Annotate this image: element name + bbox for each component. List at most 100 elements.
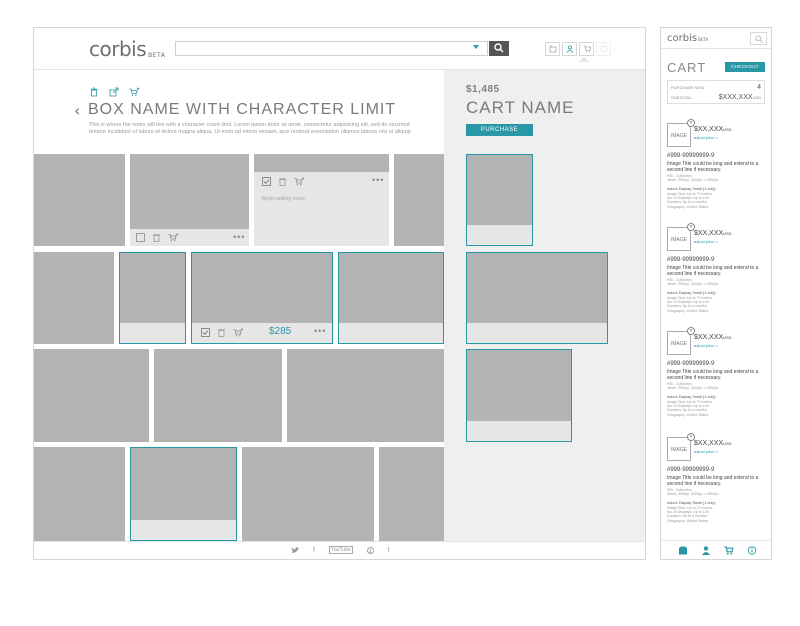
more-options-icon[interactable]: ••• bbox=[233, 232, 245, 242]
header: corbis BETA bbox=[34, 28, 645, 70]
cart-add-icon[interactable] bbox=[294, 177, 305, 186]
tile-tools bbox=[136, 233, 179, 242]
mobile-cart-title: CART bbox=[667, 60, 707, 75]
adjust-price-link[interactable]: adjust price » bbox=[694, 343, 718, 348]
delete-box-button[interactable] bbox=[89, 84, 99, 97]
image-tile[interactable]: ••• bbox=[130, 154, 249, 246]
price-currency: USD bbox=[723, 335, 732, 340]
search-input[interactable] bbox=[175, 41, 488, 56]
adjust-price-link[interactable]: adjust price » bbox=[694, 135, 718, 140]
tile-action-bar bbox=[131, 520, 236, 540]
more-options-icon[interactable]: ••• bbox=[372, 175, 384, 185]
item-image[interactable]: IMAGE bbox=[667, 437, 691, 461]
checked-checkbox-icon[interactable] bbox=[262, 177, 271, 186]
image-tile-selected[interactable]: $285 ••• bbox=[191, 252, 333, 344]
tile-price: $285 bbox=[269, 326, 292, 337]
search-button[interactable] bbox=[489, 41, 509, 56]
social-links: f YouTube t bbox=[291, 546, 390, 554]
item-image[interactable]: IMAGE bbox=[667, 227, 691, 251]
twitter-icon[interactable] bbox=[291, 546, 299, 554]
cart-image-tile[interactable] bbox=[466, 252, 608, 344]
purchase-now-count: 4 bbox=[757, 84, 761, 91]
cart-icon[interactable] bbox=[724, 546, 734, 555]
checked-checkbox-icon[interactable] bbox=[201, 328, 210, 337]
desktop-frame: corbis BETA ‹ BOX NAME WITH CHARACTER LI… bbox=[33, 27, 646, 560]
tile-action-bar bbox=[467, 225, 532, 245]
item-image[interactable]: IMAGE bbox=[667, 331, 691, 355]
cart-summary: PURCHASE NOW 4 SUBTOTAL $XXX,XXXUSD bbox=[667, 80, 765, 104]
image-tile[interactable] bbox=[34, 349, 149, 442]
box-title: BOX NAME WITH CHARACTER LIMIT bbox=[88, 101, 397, 118]
license-heading: Indoor Display Small (1 only) bbox=[667, 187, 716, 191]
image-tile[interactable] bbox=[394, 154, 444, 246]
user-icon[interactable] bbox=[701, 546, 711, 555]
more-options-icon[interactable]: ••• bbox=[314, 326, 326, 336]
add-box-to-cart-button[interactable] bbox=[129, 84, 140, 97]
cart-name: CART NAME bbox=[466, 98, 575, 117]
purchase-button[interactable]: PURCHASE bbox=[466, 124, 533, 136]
box-icon[interactable] bbox=[678, 546, 688, 555]
image-tile-selected[interactable] bbox=[338, 252, 444, 344]
image-tile[interactable] bbox=[242, 447, 374, 541]
cart-add-icon bbox=[129, 87, 140, 97]
trash-icon[interactable] bbox=[152, 233, 161, 242]
cart-total: $1,485 bbox=[466, 84, 500, 95]
cart-add-icon[interactable] bbox=[168, 233, 179, 242]
tile-tools bbox=[201, 328, 244, 337]
item-id: #999-99999999-9 bbox=[667, 153, 715, 159]
mobile-logo[interactable]: corbisBETA bbox=[667, 33, 708, 44]
item-meta: RM - Collection 48mb, 300dpi, 3328px × 49… bbox=[667, 382, 718, 390]
cart-image-tile[interactable] bbox=[466, 349, 572, 442]
trash-icon[interactable] bbox=[217, 328, 226, 337]
mobile-search-button[interactable] bbox=[750, 32, 767, 45]
image-tile[interactable] bbox=[34, 447, 125, 541]
youtube-icon[interactable]: YouTube bbox=[328, 546, 353, 554]
help-button[interactable] bbox=[596, 42, 611, 56]
tile-action-bar bbox=[467, 421, 571, 441]
item-price: $XX,XXXUSD bbox=[694, 230, 732, 237]
price-value: $XX,XXX bbox=[694, 126, 724, 133]
adjust-price-link[interactable]: adjust price » bbox=[694, 449, 718, 454]
tile-tools bbox=[262, 177, 305, 186]
trash-icon[interactable] bbox=[278, 177, 287, 186]
tumblr-icon[interactable]: t bbox=[388, 547, 390, 554]
image-tile[interactable] bbox=[34, 154, 125, 246]
image-tile-editing[interactable]: ••• Begin adding notes bbox=[254, 154, 389, 246]
trash-icon bbox=[90, 87, 98, 97]
facebook-icon[interactable]: f bbox=[313, 547, 315, 554]
price-value: $XX,XXX bbox=[694, 334, 724, 341]
cart-add-icon[interactable] bbox=[233, 328, 244, 337]
image-tile[interactable] bbox=[287, 349, 444, 442]
adjust-price-link[interactable]: adjust price » bbox=[694, 239, 718, 244]
image-tile-selected[interactable] bbox=[130, 447, 237, 541]
cart-image-tile[interactable] bbox=[466, 154, 533, 246]
header-icons bbox=[545, 42, 611, 56]
image-tile-selected[interactable] bbox=[119, 252, 186, 344]
lightbox-button[interactable] bbox=[545, 42, 560, 56]
price-currency: USD bbox=[723, 231, 732, 236]
lightbox-gallery: ‹ BOX NAME WITH CHARACTER LIMIT This is … bbox=[34, 70, 444, 541]
license-details: Image Size: Up to 72 inches No. of Displa… bbox=[667, 400, 712, 417]
cart-button[interactable] bbox=[579, 42, 594, 56]
share-box-button[interactable] bbox=[109, 84, 119, 97]
search-filter-caret-icon[interactable] bbox=[473, 45, 479, 49]
account-button[interactable] bbox=[562, 42, 577, 56]
purchase-now-label: PURCHASE NOW bbox=[671, 85, 705, 90]
license-line: Duration: Up to 6 months bbox=[667, 514, 707, 519]
item-id: #999-99999999-9 bbox=[667, 467, 715, 473]
mobile-frame: corbisBETA CART CHECKOUT PURCHASE NOW 4 … bbox=[660, 27, 772, 560]
license-line: Geography: United States bbox=[667, 204, 709, 209]
image-tile[interactable] bbox=[379, 447, 444, 541]
mobile-tab-bar bbox=[661, 540, 771, 559]
info-icon[interactable] bbox=[747, 546, 757, 555]
image-tile[interactable] bbox=[154, 349, 282, 442]
checkbox-icon[interactable] bbox=[136, 233, 145, 242]
item-image[interactable]: IMAGE bbox=[667, 123, 691, 147]
back-chevron-icon[interactable]: ‹ bbox=[74, 101, 80, 120]
checkout-button[interactable]: CHECKOUT bbox=[725, 62, 765, 72]
pinterest-icon[interactable] bbox=[366, 546, 374, 554]
logo[interactable]: corbis BETA bbox=[89, 37, 165, 61]
image-tile[interactable] bbox=[34, 252, 114, 344]
subtotal-currency: USD bbox=[752, 95, 761, 100]
note-input[interactable]: Begin adding notes bbox=[262, 196, 305, 202]
